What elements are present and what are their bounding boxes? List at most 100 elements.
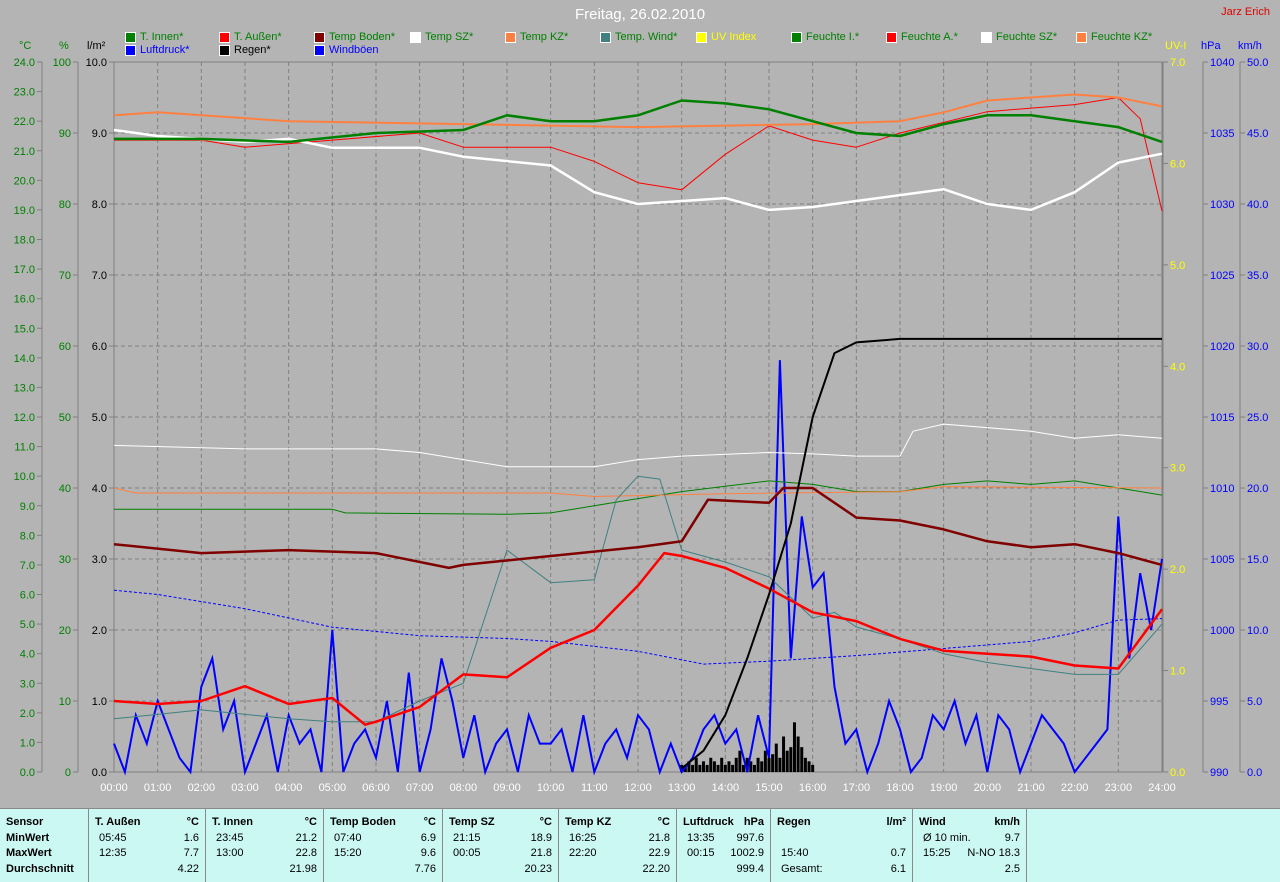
hpa-axis-tick-label: 1040 [1210, 57, 1234, 69]
percent-axis-tick-label: 10 [59, 696, 71, 708]
legend-swatch [314, 31, 325, 43]
stat-value: 21.2 [295, 831, 317, 844]
kmh-axis-tick-label: 35.0 [1247, 270, 1268, 282]
stat-value: 1.6 [183, 831, 199, 844]
celsius-axis-tick-label: 13.0 [14, 382, 35, 394]
x-axis-tick-label: 14:00 [712, 782, 740, 794]
hpa-axis-header: hPa [1201, 40, 1221, 52]
rain-bar [731, 764, 735, 772]
hpa-axis-tick-label: 1035 [1210, 128, 1234, 140]
celsius-axis-tick-label: 5.0 [20, 619, 35, 631]
legend-swatch [505, 31, 516, 43]
stat-sensor-name: Luftdruck [683, 816, 734, 828]
kmh-axis-tick-label: 40.0 [1247, 199, 1268, 211]
rain-bar [811, 764, 815, 772]
stat-value: 9.6 [420, 847, 436, 859]
rain-axis-tick-label: 2.0 [92, 625, 107, 637]
rain-bar [767, 757, 771, 772]
stat-unit: °C [657, 816, 670, 828]
uv-axis-tick-label: 1.0 [1170, 666, 1185, 678]
rain-axis-tick-label: 8.0 [92, 199, 107, 211]
legend-swatch [314, 44, 325, 56]
stat-value: 4.22 [177, 862, 199, 875]
hpa-axis-tick-label: 995 [1210, 696, 1228, 708]
rain-bar [760, 761, 764, 772]
legend-item: Temp KZ* [505, 31, 568, 43]
celsius-axis-tick-label: 22.0 [14, 116, 35, 128]
stat-block: Regen l/m² 15:40 0.7 Gesamt: 6.1 [771, 809, 913, 882]
weather-chart: 0.0 1.0 2.0 3.0 4.0 5.0 6.0 7.0 8.0 9.0 10.0 11.0 12… [14, 57, 1269, 794]
legend-label: Temp KZ* [520, 31, 569, 43]
legend-item: T. Innen* [125, 31, 183, 43]
sensor-header: Sensor [6, 816, 44, 828]
x-axis-tick-label: 01:00 [144, 782, 172, 794]
rain-axis-tick-label: 5.0 [92, 412, 107, 424]
hpa-axis-tick-label: 1010 [1210, 483, 1234, 495]
rain-bar [782, 736, 786, 772]
celsius-axis-tick-label: 24.0 [14, 57, 35, 69]
hpa-axis-tick-label: 1020 [1210, 341, 1234, 353]
rain-bar [785, 750, 789, 772]
legend-item: UV Index [696, 31, 756, 43]
legend-label: Temp Boden* [329, 31, 396, 43]
hpa-axis-tick-label: 990 [1210, 767, 1228, 779]
legend-swatch [125, 44, 136, 56]
stat-time [95, 862, 99, 878]
stat-time: 15:25 [923, 847, 951, 859]
rain-bar [691, 764, 695, 772]
rain-bar [763, 750, 767, 772]
rain-bar [702, 761, 705, 772]
x-axis-tick-label: 09:00 [493, 782, 521, 794]
percent-axis-tick-label: 0 [65, 767, 71, 779]
row-label-min: MinWert [6, 831, 50, 844]
legend-swatch [219, 44, 230, 56]
legend-label: Luftdruck* [140, 44, 190, 56]
legend-swatch [696, 31, 707, 43]
legend-item: Regen* [219, 44, 271, 56]
chart-title: Freitag, 26.02.2010 [574, 6, 706, 23]
kmh-axis-tick-label: 5.0 [1247, 696, 1262, 708]
rain-axis-tick-label: 1.0 [92, 696, 107, 708]
stat-sensor-name: Regen [777, 816, 811, 828]
rain-bar [694, 757, 698, 772]
percent-axis-tick-label: 30 [59, 554, 71, 566]
rain-axis-tick-label: 7.0 [92, 270, 107, 282]
stat-unit: °C [539, 816, 552, 828]
x-axis-tick-label: 20:00 [974, 782, 1002, 794]
x-axis-tick-label: 15:00 [755, 782, 783, 794]
stat-unit: °C [304, 816, 317, 828]
kmh-axis-header: km/h [1238, 40, 1262, 52]
stat-block: Temp KZ °C 16:25 21.8 22:20 22.9 22.20 [559, 809, 677, 882]
x-axis-tick-label: 00:00 [100, 782, 128, 794]
stat-value: 7.76 [414, 862, 436, 875]
stat-sensor-name: Temp SZ [449, 816, 495, 828]
celsius-axis-header: °C [19, 40, 32, 52]
uv-axis-tick-label: 4.0 [1170, 361, 1185, 373]
stat-value: 999.4 [736, 862, 764, 875]
rain-bar [716, 764, 720, 772]
rain-bar [800, 747, 804, 772]
legend-label: Windböen [329, 44, 379, 56]
stat-value: 22.20 [642, 862, 670, 875]
rain-bar [807, 761, 811, 772]
legend-item: Temp. Wind* [600, 31, 677, 43]
celsius-axis-tick-label: 12.0 [14, 412, 35, 424]
rain-bar [796, 736, 800, 772]
celsius-axis-tick-label: 15.0 [14, 323, 35, 335]
stat-time: Ø 10 min. [923, 831, 971, 844]
rain-axis-tick-label: 6.0 [92, 341, 107, 353]
stat-value: 7.7 [183, 847, 199, 859]
rain-axis-header: l/m² [87, 40, 106, 52]
uv-axis-tick-label: 0.0 [1170, 767, 1185, 779]
stat-block: Temp Boden °C 07:40 6.9 15:20 9.6 7.76 [324, 809, 443, 882]
legend-label: Feuchte KZ* [1091, 31, 1153, 43]
celsius-axis-tick-label: 11.0 [14, 442, 35, 454]
x-axis-tick-label: 19:00 [930, 782, 958, 794]
rain-bar [778, 757, 782, 772]
stat-sensor-name: Temp Boden [330, 816, 396, 828]
kmh-axis-tick-label: 15.0 [1247, 554, 1268, 566]
legend-item: Feuchte KZ* [1076, 31, 1152, 43]
celsius-axis-tick-label: 3.0 [20, 678, 35, 690]
percent-axis-header: % [59, 40, 69, 52]
stat-time [565, 862, 569, 878]
